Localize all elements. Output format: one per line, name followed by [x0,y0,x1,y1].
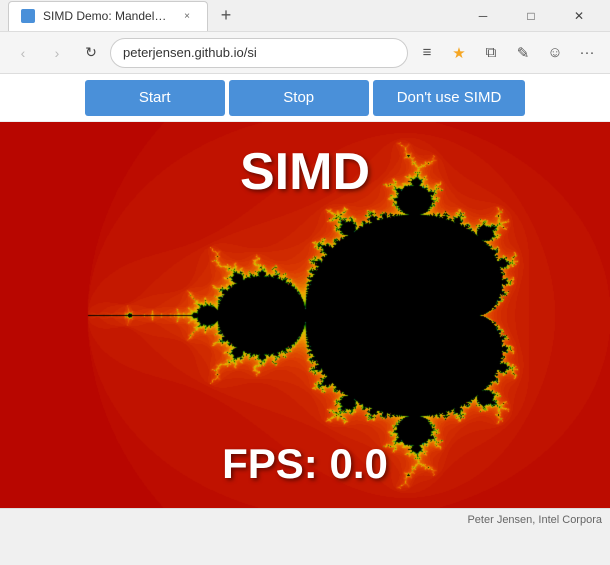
window-controls: ─ □ ✕ [460,0,602,32]
close-button[interactable]: ✕ [556,0,602,32]
minimize-button[interactable]: ─ [460,0,506,32]
tab-close-button[interactable]: × [179,8,195,24]
back-button[interactable]: ‹ [8,38,38,68]
address-bar[interactable] [110,38,408,68]
start-button[interactable]: Start [85,80,225,116]
bookmark-button[interactable]: ★ [444,38,474,68]
tab-favicon [21,9,35,23]
more-button[interactable]: ··· [572,38,602,68]
emoji-button[interactable]: ☺ [540,38,570,68]
reader-view-button[interactable]: ≡ [412,38,442,68]
duplicate-tab-button[interactable]: ⧉ [476,38,506,68]
browser-tab[interactable]: SIMD Demo: Mandelbrot & × [8,1,208,31]
maximize-button[interactable]: □ [508,0,554,32]
mandelbrot-canvas [0,122,610,508]
tab-title: SIMD Demo: Mandelbrot & [43,9,171,23]
stop-button[interactable]: Stop [229,80,369,116]
title-bar: SIMD Demo: Mandelbrot & × + ─ □ ✕ [0,0,610,32]
edit-button[interactable]: ✎ [508,38,538,68]
nav-bar: ‹ › ↻ ≡ ★ ⧉ ✎ ☺ ··· [0,32,610,74]
toolbar: Start Stop Don't use SIMD [0,74,610,122]
status-bar: Peter Jensen, Intel Corpora [0,508,610,530]
status-text: Peter Jensen, Intel Corpora [467,514,602,526]
forward-button[interactable]: › [42,38,72,68]
nav-icons: ≡ ★ ⧉ ✎ ☺ ··· [412,38,602,68]
mandelbrot-canvas-area: SIMD FPS: 0.0 [0,122,610,508]
no-simd-button[interactable]: Don't use SIMD [373,80,526,116]
new-tab-button[interactable]: + [212,2,240,30]
refresh-button[interactable]: ↻ [76,38,106,68]
